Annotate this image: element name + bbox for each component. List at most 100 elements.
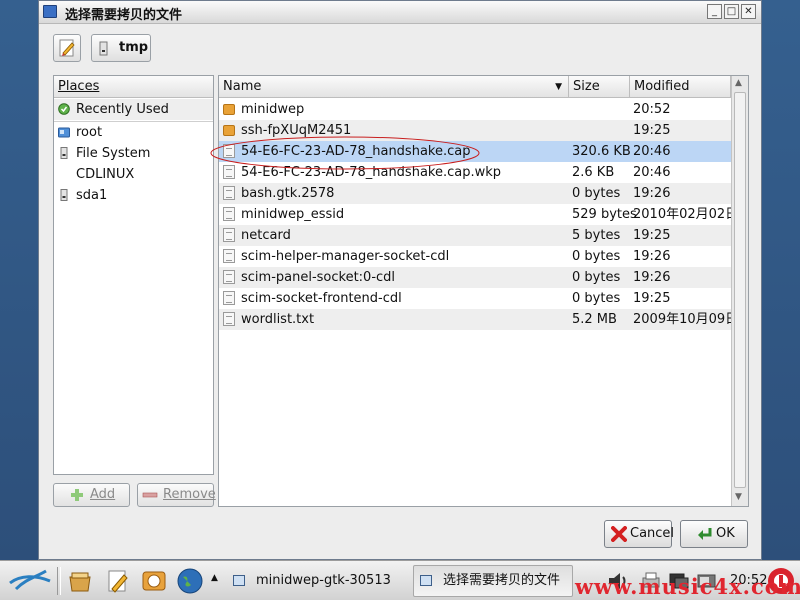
image-viewer-icon[interactable] — [140, 567, 168, 595]
ok-label: OK — [716, 526, 735, 541]
places-item-label: sda1 — [76, 188, 108, 203]
file-name: scim-helper-manager-socket-cdl — [241, 249, 450, 264]
file-size: 0 bytes — [572, 249, 621, 264]
file-row-minidwep-essid[interactable]: minidwep_essid 529 bytes 2010年02月02日 — [219, 204, 738, 225]
file-row-scim-socket[interactable]: scim-socket-frontend-cdl 0 bytes 19:25 — [219, 288, 731, 309]
places-item-label: root — [76, 125, 103, 140]
maximize-button[interactable]: □ — [724, 4, 739, 19]
places-item-cdlinux[interactable]: CDLINUX — [54, 164, 213, 185]
file-modified: 20:46 — [633, 144, 671, 159]
file-size: 2.6 KB — [572, 165, 615, 180]
cancel-button[interactable]: Cancel — [604, 520, 675, 548]
start-menu-icon[interactable] — [6, 565, 54, 597]
places-header[interactable]: Places — [54, 76, 213, 98]
taskbar-separator — [57, 567, 61, 595]
ok-arrow-icon — [698, 528, 712, 540]
column-header-name[interactable]: Name ▼ — [219, 76, 569, 98]
title-bar[interactable]: 选择需要拷贝的文件 _ □ ✕ — [39, 1, 761, 24]
drive-icon — [60, 147, 68, 159]
file-modified: 19:25 — [633, 291, 671, 306]
minus-icon — [142, 492, 158, 498]
window-icon — [233, 575, 245, 586]
file-name: bash.gtk.2578 — [241, 186, 335, 201]
file-icon — [223, 270, 235, 284]
column-header-modified[interactable]: Modified — [630, 76, 731, 98]
places-item-sda1[interactable]: sda1 — [54, 185, 213, 206]
file-icon — [223, 291, 235, 305]
file-size: 0 bytes — [572, 270, 621, 285]
file-size: 5 bytes — [572, 228, 621, 243]
file-chooser-dialog: 选择需要拷贝的文件 _ □ ✕ tmp Places Recently Used — [38, 0, 762, 560]
ok-button[interactable]: OK — [680, 520, 748, 548]
window-title: 选择需要拷贝的文件 — [65, 8, 183, 23]
file-size: 529 bytes — [572, 207, 637, 222]
file-modified: 19:26 — [633, 186, 671, 201]
sort-arrow-icon: ▼ — [555, 82, 562, 92]
file-modified: 19:26 — [633, 249, 671, 264]
file-modified: 2009年10月09日 — [633, 312, 739, 327]
annotation-circle — [210, 136, 480, 170]
places-item-root[interactable]: root — [54, 122, 213, 143]
file-icon — [223, 207, 235, 221]
file-row-wordlist[interactable]: wordlist.txt 5.2 MB 2009年10月09日 — [219, 309, 738, 330]
file-icon — [223, 312, 235, 326]
taskbar-task-file-chooser[interactable]: 选择需要拷贝的文件 — [413, 565, 573, 597]
file-name: minidwep_essid — [241, 207, 345, 222]
file-modified: 19:26 — [633, 270, 671, 285]
places-item-file-system[interactable]: File System — [54, 143, 213, 164]
file-row-scim-panel[interactable]: scim-panel-socket:0-cdl 0 bytes 19:26 — [219, 267, 731, 288]
scroll-down-arrow-icon[interactable]: ▼ — [735, 492, 742, 502]
launcher-arrow-icon[interactable]: ▲ — [211, 573, 218, 583]
places-item-label: Recently Used — [76, 102, 169, 117]
minimize-button[interactable]: _ — [707, 4, 722, 19]
places-sidebar: Places Recently Used root File System CD… — [53, 75, 214, 475]
edit-location-button[interactable] — [53, 34, 81, 62]
web-browser-icon[interactable] — [176, 567, 204, 595]
scrollbar-thumb[interactable] — [734, 92, 746, 488]
file-row-bash-gtk[interactable]: bash.gtk.2578 0 bytes 19:26 — [219, 183, 731, 204]
file-manager-icon[interactable] — [66, 567, 94, 595]
file-modified: 20:46 — [633, 165, 671, 180]
file-modified: 19:25 — [633, 228, 671, 243]
scroll-up-arrow-icon[interactable]: ▲ — [735, 78, 742, 88]
text-editor-icon[interactable] — [104, 567, 132, 595]
plus-icon — [71, 489, 83, 501]
file-icon — [223, 186, 235, 200]
task-label: minidwep-gtk-30513 — [256, 573, 391, 588]
file-row-minidwep[interactable]: minidwep 20:52 — [219, 99, 731, 120]
drive-icon — [60, 189, 68, 201]
column-header-size[interactable]: Size — [569, 76, 630, 98]
file-size: 320.6 KB — [572, 144, 631, 159]
places-item-label: File System — [76, 146, 151, 161]
file-name: scim-socket-frontend-cdl — [241, 291, 402, 306]
file-icon — [223, 228, 235, 242]
folder-icon — [223, 104, 235, 115]
drive-icon — [99, 41, 108, 56]
remove-label: Remove — [163, 487, 216, 502]
file-size: 0 bytes — [572, 291, 621, 306]
path-button-tmp[interactable]: tmp — [91, 34, 151, 62]
file-modified: 19:25 — [633, 123, 671, 138]
file-name: minidwep — [241, 102, 305, 117]
file-name: wordlist.txt — [241, 312, 315, 327]
taskbar-task-minidwep[interactable]: minidwep-gtk-30513 — [226, 565, 412, 597]
file-name: netcard — [241, 228, 291, 243]
window-icon — [420, 575, 432, 586]
add-bookmark-button[interactable]: Add — [53, 483, 130, 507]
vertical-scrollbar[interactable]: ▲ ▼ — [731, 76, 748, 506]
file-row-scim-helper[interactable]: scim-helper-manager-socket-cdl 0 bytes 1… — [219, 246, 731, 267]
file-name: scim-panel-socket:0-cdl — [241, 270, 396, 285]
places-item-label: CDLINUX — [76, 167, 135, 182]
places-item-recently-used[interactable]: Recently Used — [54, 99, 213, 120]
path-label: tmp — [119, 40, 149, 55]
recent-icon — [58, 103, 70, 115]
file-size: 5.2 MB — [572, 312, 617, 327]
task-label: 选择需要拷贝的文件 — [443, 573, 561, 588]
file-modified: 20:52 — [633, 102, 671, 117]
file-row-netcard[interactable]: netcard 5 bytes 19:25 — [219, 225, 731, 246]
watermark-text: www.music4x.com — [575, 574, 800, 599]
file-size: 0 bytes — [572, 186, 621, 201]
remove-bookmark-button[interactable]: Remove — [137, 483, 216, 507]
close-button[interactable]: ✕ — [741, 4, 756, 19]
cancel-label: Cancel — [630, 526, 675, 541]
